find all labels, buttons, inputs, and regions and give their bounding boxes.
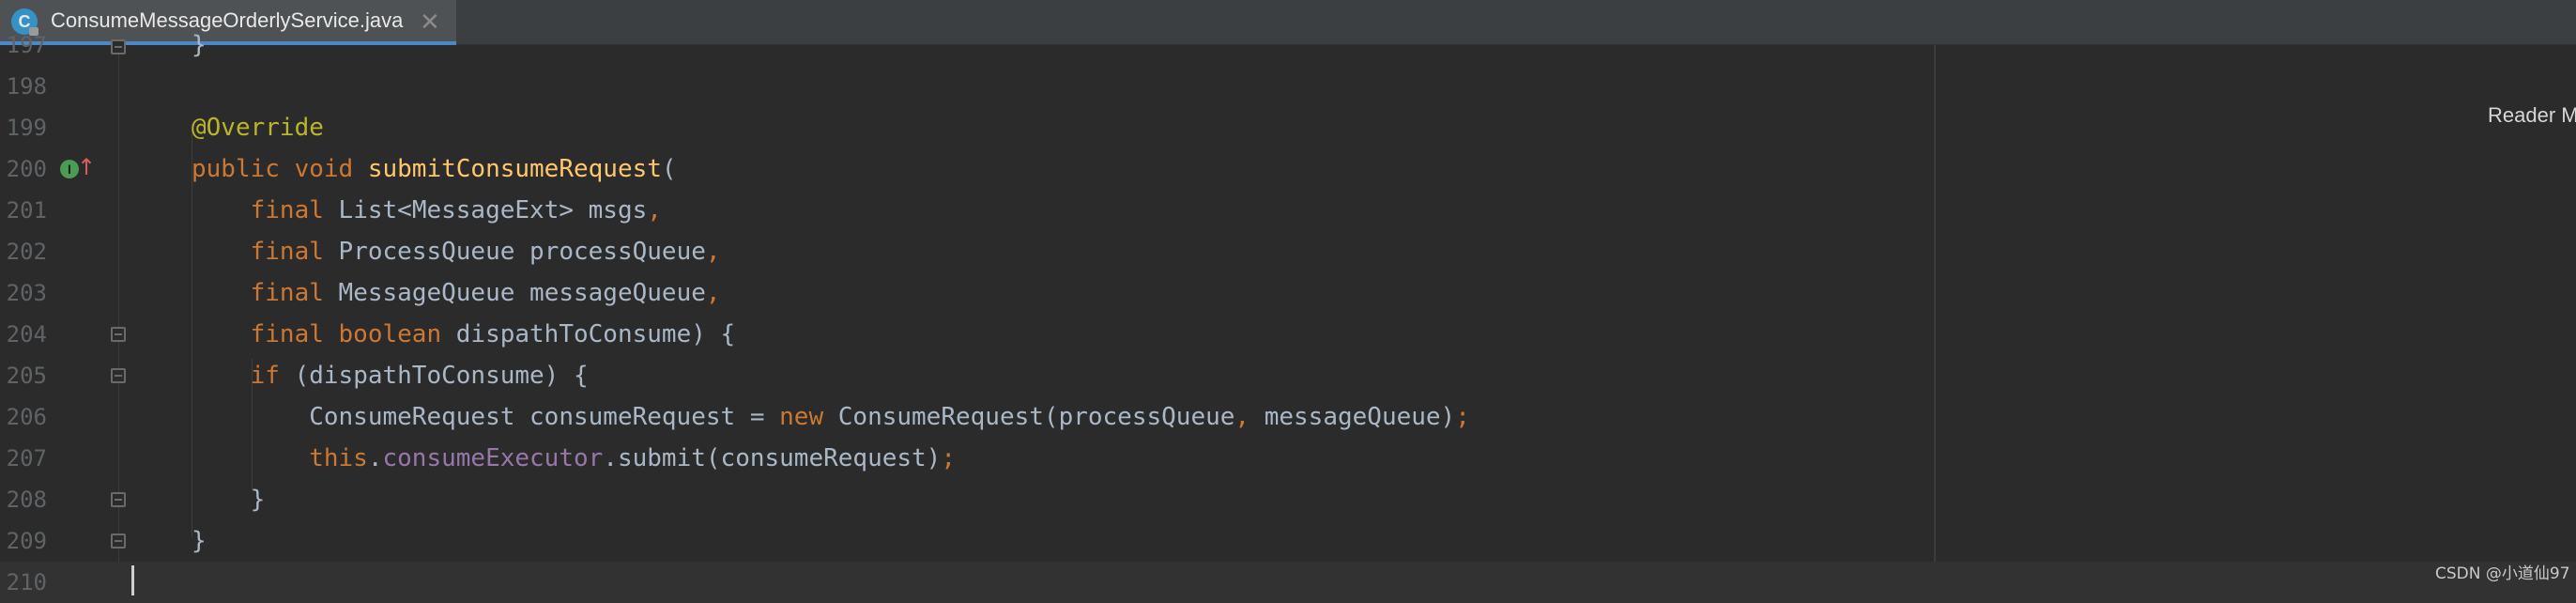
code-token: ( bbox=[661, 155, 677, 183]
line-number[interactable]: 208 bbox=[0, 479, 47, 520]
code-token: ProcessQueue processQueue bbox=[338, 238, 706, 266]
code-line[interactable]: 209} bbox=[0, 520, 2576, 562]
code-token: final boolean bbox=[192, 320, 456, 348]
go-to-interface-arrow-icon[interactable]: ↑ bbox=[77, 156, 96, 178]
line-number[interactable]: 205 bbox=[0, 355, 47, 396]
code-token: public void bbox=[192, 155, 368, 183]
code-line[interactable]: 201 final List<MessageExt> msgs, bbox=[0, 190, 2576, 231]
fold-marker[interactable] bbox=[111, 533, 126, 549]
code-text: this.consumeExecutor.submit(consumeReque… bbox=[192, 438, 956, 479]
code-token: ; bbox=[1455, 403, 1470, 431]
code-text: if (dispathToConsume) { bbox=[192, 355, 589, 396]
fold-marker[interactable] bbox=[111, 327, 126, 342]
code-token: dispathToConsume) { bbox=[455, 320, 736, 348]
line-number[interactable]: 199 bbox=[0, 107, 47, 148]
line-number[interactable]: 202 bbox=[0, 231, 47, 272]
fold-marker[interactable] bbox=[111, 492, 126, 507]
code-token: final bbox=[192, 279, 339, 307]
line-number[interactable]: 201 bbox=[0, 190, 47, 231]
code-token: List<MessageExt> msgs bbox=[338, 196, 648, 224]
code-line[interactable]: 200 public void submitConsumeRequest( bbox=[0, 148, 2576, 190]
code-token: } bbox=[192, 31, 207, 59]
code-line[interactable]: 198 bbox=[0, 66, 2576, 107]
code-token: .submit(consumeRequest) bbox=[603, 444, 942, 472]
line-number[interactable]: 210 bbox=[0, 562, 47, 603]
line-number[interactable]: 203 bbox=[0, 272, 47, 314]
code-token: final bbox=[192, 238, 339, 266]
line-number[interactable]: 206 bbox=[0, 396, 47, 438]
code-line[interactable]: 199 @Override bbox=[0, 107, 2576, 148]
code-text: final MessageQueue messageQueue, bbox=[192, 272, 721, 314]
code-token: } bbox=[192, 527, 207, 555]
code-text: final List<MessageExt> msgs, bbox=[192, 190, 662, 231]
code-token: messageQueue) bbox=[1264, 403, 1456, 431]
code-line[interactable]: 208 } bbox=[0, 479, 2576, 520]
code-token: (dispathToConsume) { bbox=[294, 362, 589, 390]
code-text: } bbox=[192, 520, 207, 562]
code-editor[interactable]: Reader M 197} 198 199 @Override 200 public vo… bbox=[0, 31, 2576, 603]
code-line[interactable]: 203 final MessageQueue messageQueue, bbox=[0, 272, 2576, 314]
code-line[interactable]: 197} bbox=[0, 24, 2576, 66]
code-token: , bbox=[705, 238, 721, 266]
code-token: submitConsumeRequest bbox=[367, 155, 662, 183]
fold-marker[interactable] bbox=[111, 368, 126, 383]
line-number[interactable]: 204 bbox=[0, 314, 47, 355]
code-token: , bbox=[705, 279, 721, 307]
watermark: CSDN @小道仙97 bbox=[2435, 564, 2570, 583]
line-number[interactable]: 207 bbox=[0, 438, 47, 479]
code-token: ConsumeRequest(processQueue bbox=[837, 403, 1235, 431]
code-line[interactable]: 202 final ProcessQueue processQueue, bbox=[0, 231, 2576, 272]
code-token: ; bbox=[941, 444, 956, 472]
code-token: . bbox=[367, 444, 383, 472]
text-caret bbox=[131, 565, 134, 595]
code-text: } bbox=[192, 24, 207, 66]
code-token: new bbox=[779, 403, 838, 431]
code-token: this bbox=[192, 444, 368, 472]
code-text: final boolean dispathToConsume) { bbox=[192, 314, 736, 355]
code-token: } bbox=[192, 486, 266, 514]
code-token: , bbox=[647, 196, 662, 224]
code-line[interactable]: 206 ConsumeRequest consumeRequest = new … bbox=[0, 396, 2576, 438]
code-token: @Override bbox=[192, 114, 324, 142]
code-token: ConsumeRequest consumeRequest = bbox=[192, 403, 780, 431]
code-text: @Override bbox=[192, 107, 324, 148]
code-token: if bbox=[192, 362, 295, 390]
line-number[interactable]: 197 bbox=[0, 24, 47, 66]
code-text: } bbox=[192, 479, 266, 520]
fold-marker[interactable] bbox=[111, 39, 126, 54]
line-number[interactable]: 198 bbox=[0, 66, 47, 107]
code-token: , bbox=[1234, 403, 1265, 431]
implements-method-icon[interactable]: I bbox=[60, 160, 79, 178]
code-token: MessageQueue messageQueue bbox=[338, 279, 706, 307]
code-text: public void submitConsumeRequest( bbox=[192, 148, 677, 190]
code-token: consumeExecutor bbox=[382, 444, 604, 472]
code-line[interactable]: 207 this.consumeExecutor.submit(consumeR… bbox=[0, 438, 2576, 479]
code-text: ConsumeRequest consumeRequest = new Cons… bbox=[192, 396, 1470, 438]
code-line[interactable]: 205 if (dispathToConsume) { bbox=[0, 355, 2576, 396]
code-line[interactable]: 204 final boolean dispathToConsume) { bbox=[0, 314, 2576, 355]
code-token: final bbox=[192, 196, 339, 224]
line-number[interactable]: 209 bbox=[0, 520, 47, 562]
line-number[interactable]: 200 bbox=[0, 148, 47, 190]
code-line[interactable]: 210 bbox=[0, 562, 2576, 603]
code-text: final ProcessQueue processQueue, bbox=[192, 231, 721, 272]
